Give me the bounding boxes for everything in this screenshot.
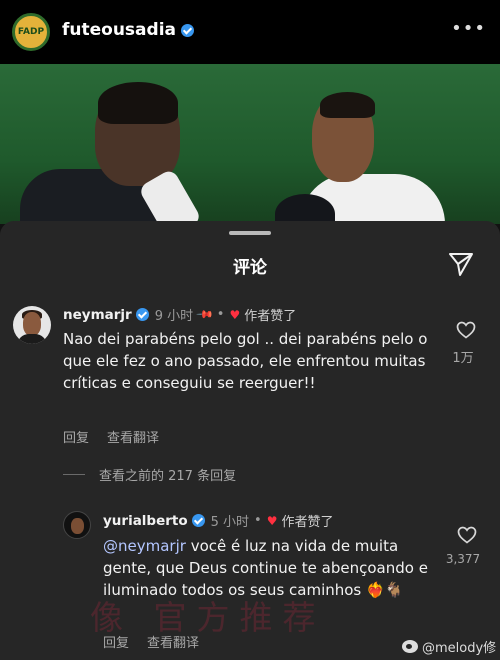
avatar-face [71,518,84,534]
pin-icon: 📌 [195,305,215,324]
see-translation-button[interactable]: 查看翻译 [107,427,159,446]
comment-time: 9 小时 [154,309,194,324]
source-tag: @melody修 [422,641,497,656]
comment-text: Nao dei parabéns pelo gol .. dei parabén… [63,330,428,392]
source-watermark: @melody修 [402,637,496,656]
comments-sheet: 评论 neymarjr 9 小时 📌 • ♥ 作者赞了 Nao dei para… [0,221,500,660]
drag-handle[interactable] [229,231,271,235]
account-avatar[interactable]: FADP [12,13,50,51]
player-left-hair [98,82,178,124]
comment-time: 5 小时 [210,515,250,530]
watermark-text: 像 官方推荐 [90,598,326,637]
separator-dot: • [254,513,262,528]
comment-username[interactable]: yurialberto [103,513,188,529]
like-count: 1万 [452,351,474,366]
verified-badge-icon [181,23,194,37]
heart-outline-icon[interactable] [457,526,477,544]
liked-by-author-label: 作者赞了 [281,515,334,530]
comment-username[interactable]: neymarjr [63,307,132,323]
account-name[interactable]: futeousadia [62,20,194,40]
account-name-label: futeousadia [62,20,176,40]
author-heart-icon: ♥ [229,307,241,322]
comment-actions: 回复 查看翻译 [63,427,159,446]
avatar-logo-text: FADP [17,27,45,37]
more-options-icon[interactable]: ••• [451,18,486,39]
comment-meta: yurialberto 5 小时 • ♥ 作者赞了 [103,511,334,531]
send-icon[interactable] [447,251,475,277]
like-count: 3,377 [445,552,481,566]
heart-outline-icon[interactable] [456,321,476,339]
verified-badge-icon [191,514,205,527]
like-column: 1万 [451,321,481,366]
mention-link[interactable]: @neymarjr [103,537,186,555]
divider-line [63,474,85,475]
liked-by-author-label: 作者赞了 [244,309,297,324]
verified-badge-icon [135,308,149,321]
view-replies-label: 查看之前的 217 条回复 [99,469,237,484]
weibo-icon [402,640,418,653]
view-previous-replies[interactable]: 查看之前的 217 条回复 [63,465,236,484]
avatar[interactable] [63,511,91,539]
player-right-hair [320,92,375,118]
reply-button[interactable]: 回复 [63,427,89,446]
post-header: FADP futeousadia ••• [0,0,500,64]
avatar-shirt [17,334,47,344]
avatar-face [23,312,41,336]
separator-dot: • [216,307,225,322]
author-heart-icon: ♥ [266,513,278,528]
like-column: 3,377 [446,526,484,566]
avatar[interactable] [13,306,51,344]
sheet-title: 评论 [233,258,267,278]
post-photo [0,64,500,224]
comment-meta: neymarjr 9 小时 📌 • ♥ 作者赞了 [63,305,296,324]
